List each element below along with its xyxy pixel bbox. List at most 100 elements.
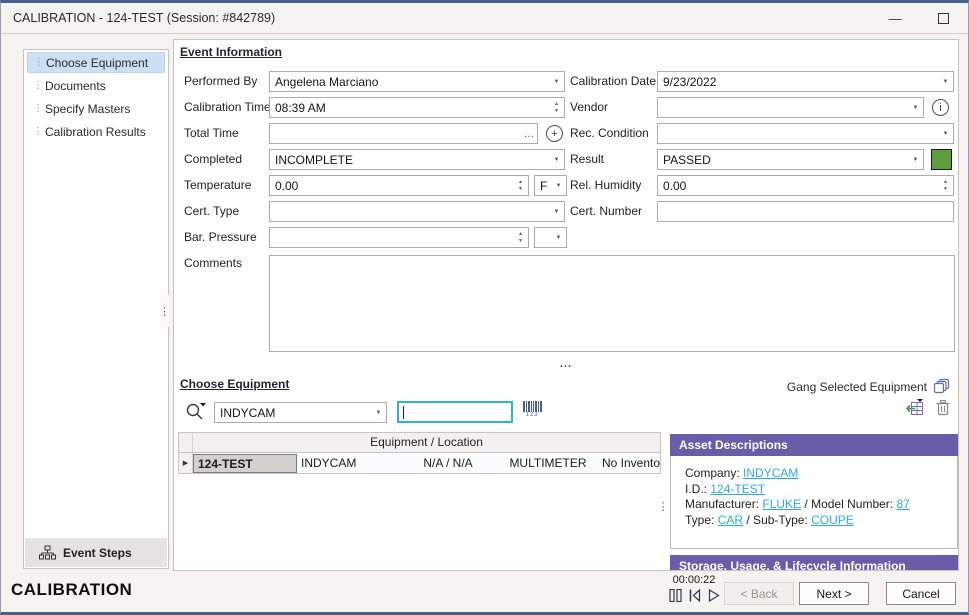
storage-usage-lifecycle-header: Storage, Usage, & Lifecycle Information	[670, 555, 958, 571]
minimize-icon: —	[889, 11, 902, 26]
sidebar-item-label: Specify Masters	[45, 102, 130, 116]
table-row[interactable]: ▶ 124-TEST INDYCAM N/A / N/A MULTIMETER …	[179, 453, 660, 473]
cell-inventory[interactable]: No Inventor	[598, 454, 660, 472]
asset-descriptions-body: Company: INDYCAM I.D.: 124-TEST Manufact…	[670, 456, 958, 549]
event-steps-label: Event Steps	[63, 546, 132, 560]
cert-number-input[interactable]	[657, 201, 954, 222]
chevron-down-icon: ▼	[938, 72, 953, 91]
chevron-down-icon: ▼	[371, 403, 386, 422]
choose-equipment-heading: Choose Equipment	[180, 377, 289, 391]
calibration-date-combobox[interactable]: 9/23/2022 ▼	[657, 71, 954, 92]
calibration-time-label: Calibration Time	[184, 97, 271, 118]
asset-id-line: I.D.: 124-TEST	[685, 482, 957, 498]
rel-humidity-label: Rel. Humidity	[570, 175, 641, 196]
barcode-scan-icon[interactable]: 123	[522, 401, 542, 421]
chevron-down-icon: ▼	[551, 228, 566, 247]
drag-grip-icon: ⋮	[33, 104, 45, 114]
manufacturer-link[interactable]: FLUKE	[762, 497, 801, 511]
vendor-info-icon[interactable]: i	[932, 99, 949, 116]
window-title: CALIBRATION - 124-TEST (Session: #842789…	[13, 11, 275, 25]
type-link[interactable]: CAR	[718, 513, 743, 527]
text-caret	[403, 406, 404, 419]
pause-button[interactable]	[669, 589, 682, 602]
completed-label: Completed	[184, 149, 242, 170]
temperature-unit-combobox[interactable]: F ▼	[534, 175, 567, 196]
spinner-arrows-icon[interactable]: ▲▼	[513, 228, 528, 247]
performed-by-label: Performed By	[184, 71, 257, 92]
equipment-table-header[interactable]: Equipment / Location	[179, 433, 660, 453]
drag-grip-icon: ⋮	[33, 127, 45, 137]
gang-stack-icon	[933, 378, 950, 395]
equipment-id-link[interactable]: 124-TEST	[710, 482, 765, 496]
rec-condition-combobox[interactable]: ▼	[657, 123, 954, 144]
company-link[interactable]: INDYCAM	[743, 466, 798, 480]
total-time-field[interactable]: …	[269, 123, 538, 144]
sidebar-item-documents[interactable]: ⋮ Documents	[27, 75, 165, 96]
page-title: CALIBRATION	[11, 580, 132, 600]
titlebar: CALIBRATION - 124-TEST (Session: #842789…	[1, 3, 968, 34]
model-number-link[interactable]: 87	[896, 497, 909, 511]
delete-trash-button[interactable]	[936, 399, 950, 416]
sidebar-item-choose-equipment[interactable]: ⋮ Choose Equipment	[27, 52, 165, 73]
row-marker-icon: ▶	[179, 453, 193, 473]
sidebar-item-label: Calibration Results	[45, 125, 146, 139]
chevron-down-icon: ▼	[938, 124, 953, 143]
calibration-time-spinner[interactable]: 08:39 AM ▲▼	[269, 97, 565, 118]
drag-grip-icon: ⋮	[34, 58, 46, 68]
collapse-splitter-handle[interactable]: ...	[174, 360, 958, 368]
cell-type[interactable]: MULTIMETER	[498, 454, 598, 472]
spinner-arrows-icon[interactable]: ▲▼	[513, 176, 528, 195]
spinner-arrows-icon[interactable]: ▲▼	[549, 98, 564, 117]
sidebar: ⋮ Choose Equipment ⋮ Documents ⋮ Specify…	[23, 49, 169, 569]
equipment-filter-combobox[interactable]: INDYCAM ▼	[214, 402, 387, 423]
back-button[interactable]: < Back	[724, 582, 794, 605]
vendor-label: Vendor	[570, 97, 608, 118]
temperature-label: Temperature	[184, 175, 251, 196]
cell-company[interactable]: INDYCAM	[297, 454, 398, 472]
gang-label: Gang Selected Equipment	[787, 380, 927, 394]
skip-to-start-button[interactable]	[689, 589, 701, 602]
minimize-button[interactable]: —	[878, 3, 912, 33]
result-combobox[interactable]: PASSED ▼	[657, 149, 924, 170]
spinner-arrows-icon[interactable]: ▲▼	[938, 176, 953, 195]
chevron-down-icon: ▼	[549, 202, 564, 221]
cert-type-combobox[interactable]: ▼	[269, 201, 565, 222]
event-steps-button[interactable]: Event Steps	[25, 538, 167, 567]
total-time-label: Total Time	[184, 123, 239, 144]
vendor-combobox[interactable]: ▼	[657, 97, 924, 118]
total-time-ellipsis-button[interactable]: …	[521, 128, 537, 140]
sidebar-item-specify-masters[interactable]: ⋮ Specify Masters	[27, 98, 165, 119]
asset-panel-splitter-handle[interactable]: ⋮	[657, 486, 669, 526]
chevron-down-icon: ▼	[551, 176, 566, 195]
comments-label: Comments	[184, 253, 242, 274]
bar-pressure-spinner[interactable]: ▲▼	[269, 227, 529, 248]
asset-manufacturer-line: Manufacturer: FLUKE / Model Number: 87	[685, 497, 957, 513]
asset-type-line: Type: CAR / Sub-Type: COUPE	[685, 513, 957, 529]
add-time-button[interactable]: +	[546, 125, 563, 142]
temperature-spinner[interactable]: 0.00 ▲▼	[269, 175, 529, 196]
cancel-button[interactable]: Cancel	[886, 582, 956, 605]
gang-selected-equipment-button[interactable]: Gang Selected Equipment	[787, 378, 950, 395]
search-icon[interactable]	[185, 401, 207, 423]
maximize-icon	[938, 13, 949, 24]
cell-equipment-id[interactable]: 124-TEST	[193, 454, 297, 473]
bar-pressure-unit-combobox[interactable]: ▼	[534, 227, 567, 248]
drag-grip-icon: ⋮	[33, 81, 45, 91]
result-label: Result	[570, 149, 604, 170]
comments-textarea[interactable]	[269, 255, 955, 352]
subtype-link[interactable]: COUPE	[811, 513, 854, 527]
splitter-grip-icon: ⋮	[658, 500, 669, 513]
rel-humidity-spinner[interactable]: 0.00 ▲▼	[657, 175, 954, 196]
equipment-search-input[interactable]	[397, 401, 513, 423]
cell-location[interactable]: N/A / N/A	[398, 454, 498, 472]
maximize-button[interactable]	[926, 3, 960, 33]
cert-number-label: Cert. Number	[570, 201, 642, 222]
chevron-down-icon: ▼	[908, 98, 923, 117]
play-button[interactable]	[708, 589, 720, 602]
sidebar-item-calibration-results[interactable]: ⋮ Calibration Results	[27, 121, 165, 142]
export-grid-button[interactable]	[903, 399, 924, 417]
performed-by-combobox[interactable]: Angelena Marciano ▼	[269, 71, 565, 92]
sidebar-splitter-handle[interactable]: ⋮	[160, 293, 169, 329]
completed-combobox[interactable]: INCOMPLETE ▼	[269, 149, 565, 170]
next-button[interactable]: Next >	[799, 582, 869, 605]
